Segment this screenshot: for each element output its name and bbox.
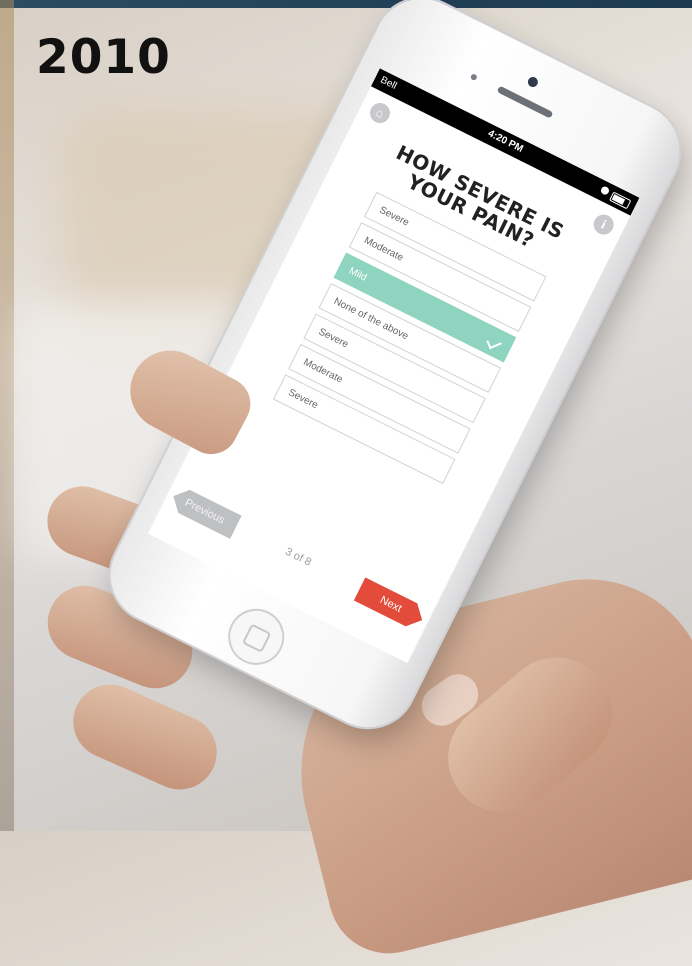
hand-finger (61, 672, 229, 802)
battery-fill (611, 194, 626, 205)
answer-option-label: Moderate (362, 235, 405, 264)
answer-option-label: Moderate (301, 356, 345, 386)
answer-option-label: Severe (286, 387, 320, 412)
answer-option-label: Mild (347, 265, 369, 284)
home-icon[interactable]: ⌂ (366, 99, 394, 127)
answer-option-label: Severe (377, 204, 411, 229)
battery-icon (609, 191, 632, 210)
home-button-icon (241, 623, 272, 653)
slide-year-title: 2010 (36, 30, 171, 85)
info-icon[interactable]: i (590, 211, 618, 238)
answer-option-label: Severe (316, 326, 350, 351)
top-strip (0, 0, 692, 8)
check-icon (486, 335, 502, 350)
next-button[interactable]: Next (354, 577, 428, 632)
background-edge (0, 0, 14, 831)
